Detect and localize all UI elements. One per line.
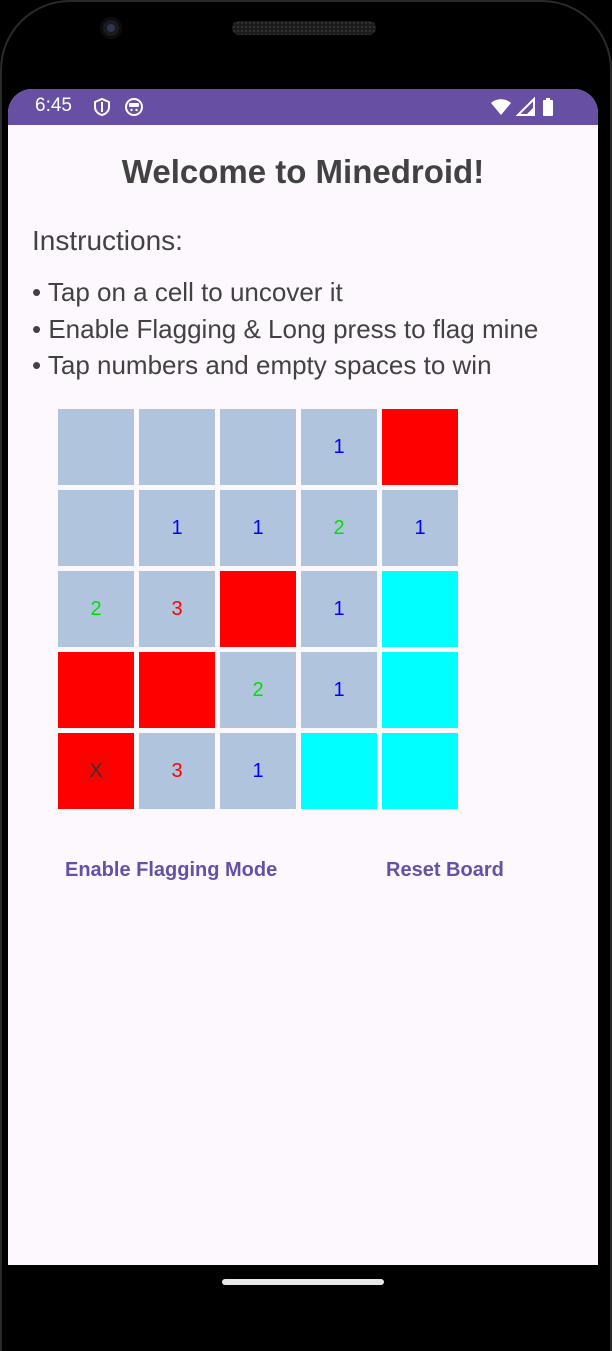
board-cell-r2-c2[interactable] xyxy=(220,571,296,647)
instruction-item: • Tap numbers and empty spaces to win xyxy=(32,350,492,380)
front-camera xyxy=(100,17,122,39)
board-cell-r4-c4[interactable] xyxy=(382,733,458,809)
board-cell-r1-c4[interactable]: 1 xyxy=(382,490,458,566)
board-cell-r2-c4[interactable] xyxy=(382,571,458,647)
board-cell-r4-c0[interactable]: X xyxy=(58,733,134,809)
shield-icon xyxy=(92,97,112,117)
board-cell-r3-c0[interactable] xyxy=(58,652,134,728)
app-screen: 6:45 Welcome to Minedroid! Instructions:… xyxy=(8,89,598,1265)
reset-board-button[interactable]: Reset Board xyxy=(386,859,504,882)
board-cell-r1-c0[interactable] xyxy=(58,490,134,566)
page-title: Welcome to Minedroid! xyxy=(121,153,485,190)
instructions-heading: Instructions: xyxy=(32,225,183,256)
board-cell-r1-c3[interactable]: 2 xyxy=(301,490,377,566)
gesture-nav-handle[interactable] xyxy=(222,1279,384,1285)
board-cell-r0-c4[interactable] xyxy=(382,409,458,485)
board-cell-r3-c2[interactable]: 2 xyxy=(220,652,296,728)
android-face-icon xyxy=(124,97,144,117)
board-cell-r0-c0[interactable] xyxy=(58,409,134,485)
board-cell-r0-c3[interactable]: 1 xyxy=(301,409,377,485)
board-cell-r0-c1[interactable] xyxy=(139,409,215,485)
board-cell-r1-c1[interactable]: 1 xyxy=(139,490,215,566)
cellular-signal-icon xyxy=(515,96,536,117)
status-time: 6:45 xyxy=(35,95,72,116)
earpiece-speaker xyxy=(232,21,376,35)
wifi-icon xyxy=(490,97,512,117)
board-cell-r4-c2[interactable]: 1 xyxy=(220,733,296,809)
board-cell-r2-c1[interactable]: 3 xyxy=(139,571,215,647)
board-cell-r2-c0[interactable]: 2 xyxy=(58,571,134,647)
board-cell-r3-c4[interactable] xyxy=(382,652,458,728)
minesweeper-board: 1 1 1 2 1 2 3 1 2 1 X 3 1 xyxy=(58,409,460,811)
instruction-item: • Enable Flagging & Long press to flag m… xyxy=(32,314,539,344)
board-cell-r4-c3[interactable] xyxy=(301,733,377,809)
instruction-item: • Tap on a cell to uncover it xyxy=(32,277,343,307)
board-cell-r3-c3[interactable]: 1 xyxy=(301,652,377,728)
phone-frame: 6:45 Welcome to Minedroid! Instructions:… xyxy=(0,0,612,1351)
board-cell-r0-c2[interactable] xyxy=(220,409,296,485)
board-cell-r1-c2[interactable]: 1 xyxy=(220,490,296,566)
status-bar: 6:45 xyxy=(8,89,598,125)
board-cell-r4-c1[interactable]: 3 xyxy=(139,733,215,809)
board-cell-r2-c3[interactable]: 1 xyxy=(301,571,377,647)
enable-flagging-button[interactable]: Enable Flagging Mode xyxy=(65,859,277,882)
board-cell-r3-c1[interactable] xyxy=(139,652,215,728)
battery-icon xyxy=(542,97,554,117)
